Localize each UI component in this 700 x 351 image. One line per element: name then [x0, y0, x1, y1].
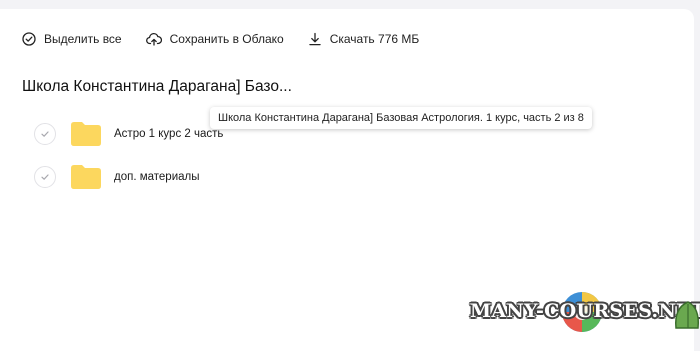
select-all-label: Выделить все: [44, 32, 122, 46]
page-title: Школа Константина Дараганa] Базо...: [22, 78, 292, 95]
save-to-cloud-button[interactable]: Сохранить в Облако: [145, 32, 284, 46]
toolbar: Выделить все Сохранить в Облако Скачать …: [22, 29, 443, 49]
select-all-button[interactable]: Выделить все: [22, 32, 122, 46]
list-item[interactable]: Астро 1 курс 2 часть: [34, 121, 223, 147]
item-name: доп. материалы: [114, 171, 200, 183]
checkmark-icon: [41, 174, 49, 180]
folder-icon: [70, 164, 102, 190]
checkmark-icon: [41, 131, 49, 137]
watermark-emblem-icon: [675, 301, 700, 329]
list-item[interactable]: доп. материалы: [34, 164, 200, 190]
watermark-logo-icon: [562, 292, 602, 332]
save-to-cloud-label: Сохранить в Облако: [169, 32, 284, 46]
item-checkbox[interactable]: [34, 166, 56, 188]
folder-icon: [70, 121, 102, 147]
title-tooltip: Школа Константина Дарагана] Базовая Астр…: [210, 107, 592, 129]
cloud-upload-icon: [145, 32, 162, 46]
download-label: Скачать 776 МБ: [329, 32, 420, 46]
download-button[interactable]: Скачать 776 МБ: [308, 32, 420, 46]
item-name: Астро 1 курс 2 часть: [114, 128, 224, 140]
item-checkbox[interactable]: [34, 123, 56, 145]
check-circle-icon: [22, 32, 36, 46]
download-icon: [308, 32, 322, 46]
